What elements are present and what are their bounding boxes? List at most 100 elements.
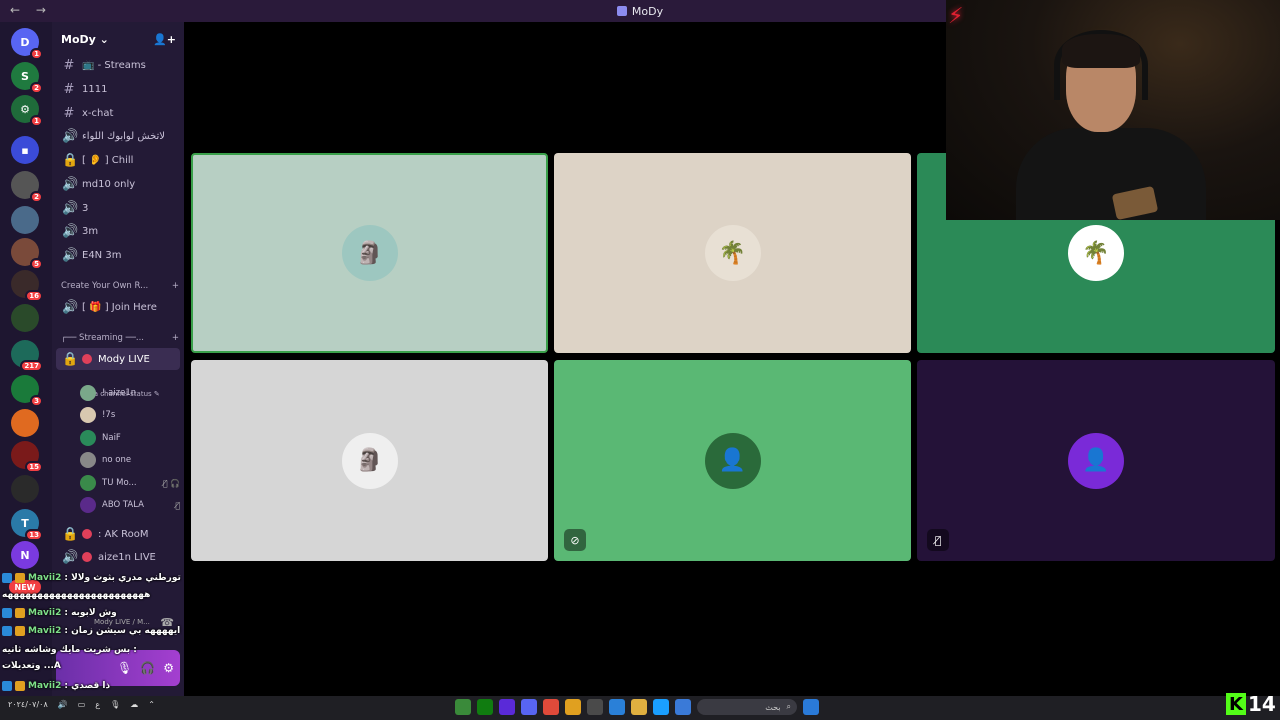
channel-mody-live[interactable]: 🔒 Mody LIVE [56, 348, 180, 370]
channel-name: E4N 3m [82, 249, 122, 261]
streamer-body [1016, 128, 1206, 220]
server-icon[interactable] [11, 206, 39, 234]
kick-logo-icon: K [1226, 693, 1246, 715]
category-streaming[interactable]: ┌── Streaming ──... + [61, 333, 179, 343]
taskbar-app-icon[interactable] [675, 699, 691, 715]
voice-user[interactable]: ABO TALA 🎙̸ [80, 495, 180, 515]
server-icon[interactable] [11, 304, 39, 332]
channel-name: [ 👂 ] Chill [82, 154, 134, 166]
taskbar-search[interactable]: بحث ⌕ [697, 699, 797, 715]
server-icon[interactable]: D1 [11, 28, 43, 60]
server-icon[interactable]: 2 [11, 171, 43, 203]
participant-avatar: 🗿 [341, 432, 398, 489]
server-rail: D 1 S 2 ⚙ 1 ▪ 2 5 16 217 3 15 T 13 N NEW [0, 22, 52, 696]
tile-status-icon: 🎙̸ [927, 529, 949, 551]
participant-tile[interactable]: 🗿 [191, 153, 548, 353]
disconnect-icon[interactable]: ☎ [160, 616, 174, 629]
participant-tile[interactable]: 👤 🎙̸ [917, 360, 1275, 561]
language-indicator[interactable]: ع [95, 700, 100, 709]
taskbar-app-icon[interactable] [653, 699, 669, 715]
server-icon[interactable]: 15 [11, 441, 43, 473]
server-icon[interactable]: 3 [11, 375, 43, 407]
channel-item[interactable]: 🔊 3m [56, 220, 180, 242]
taskbar-app-icon[interactable] [609, 699, 625, 715]
guild-header[interactable]: MoDy ⌄ 👤+ [52, 22, 184, 56]
avatar-glyph: 👤 [718, 448, 747, 473]
plus-icon[interactable]: + [172, 281, 179, 291]
channel-item[interactable]: 🔒[ 👂 ] Chill [56, 149, 180, 171]
participant-tile[interactable]: 👤 ⊘ [554, 360, 911, 561]
channel-item[interactable]: #1111 [56, 78, 180, 100]
participant-tile[interactable]: 🌴 [554, 153, 911, 353]
channel-item[interactable]: 🔊 3 [56, 197, 180, 219]
taskbar-app-icon[interactable] [543, 699, 559, 715]
mic-icon[interactable]: 🎙 [110, 700, 120, 709]
nav-arrows[interactable]: ← → [10, 3, 52, 17]
server-icon[interactable]: 16 [11, 270, 43, 302]
server-icon[interactable] [11, 409, 39, 437]
plus-icon[interactable]: + [172, 333, 179, 343]
avatar [80, 430, 96, 446]
avatar [80, 407, 96, 423]
chevron-up-icon[interactable]: ⌃ [148, 700, 155, 709]
window-title-group: MoDy [616, 5, 663, 18]
voice-user[interactable]: ! aize1n [80, 383, 180, 403]
server-initial: ▪ [21, 143, 29, 157]
taskbar-apps: بحث ⌕ [455, 699, 819, 715]
voice-user[interactable]: !7s [80, 405, 180, 425]
voice-user[interactable]: NaiF [80, 428, 180, 448]
channel-item[interactable]: 🔊 لاتخش لوابوك اللواء [56, 125, 180, 147]
user-panel: 🎙 🎧 ⚙ [56, 650, 180, 686]
taskbar-app-icon[interactable] [587, 699, 603, 715]
voice-user-name: ! aize1n [102, 388, 137, 398]
gear-icon[interactable]: ⚙ [163, 661, 174, 675]
server-icon[interactable]: ⚙ 1 [11, 95, 43, 127]
taskbar-app-icon[interactable] [521, 699, 537, 715]
channel-name: aize1n LIVE [98, 551, 156, 563]
taskbar-app-icon[interactable] [631, 699, 647, 715]
windows-start-icon[interactable] [803, 699, 819, 715]
channel-item[interactable]: 🔊 md10 only [56, 173, 180, 195]
viewer-count: 14 [1248, 692, 1276, 716]
server-icon[interactable]: S2 [11, 62, 43, 94]
server-initial: T [21, 516, 29, 530]
category-create-your-own[interactable]: Create Your Own R... + [61, 281, 179, 291]
channel-sidebar: MoDy ⌄ 👤+ # 📺 - Streams #1111 # x-chat 🔊 لاتخش… [52, 22, 184, 696]
volume-icon[interactable]: 🔊 [58, 700, 68, 709]
taskbar-app-icon[interactable] [455, 699, 471, 715]
server-icon[interactable]: 5 [11, 238, 43, 270]
channel-item[interactable]: # 📺 - Streams [56, 54, 180, 76]
channel-item[interactable]: # x-chat [56, 102, 180, 124]
server-icon[interactable]: ▪ [11, 136, 39, 164]
voice-connected-panel: Mody LIVE / M... ☎ [56, 612, 180, 642]
channel-item[interactable]: 🔊 E4N 3m [56, 244, 180, 266]
channel-join-here[interactable]: 🔊 [ 🎁 ] Join Here [56, 296, 180, 318]
search-placeholder: بحث [765, 702, 781, 712]
unread-badge: 5 [30, 258, 43, 270]
server-icon[interactable] [11, 475, 39, 503]
headphones-icon[interactable]: 🎧 [140, 661, 155, 675]
server-icon[interactable]: T 13 [11, 509, 43, 541]
channel-name: md10 only [82, 178, 136, 190]
cloud-icon[interactable]: ☁ [130, 700, 138, 709]
server-initial: D [20, 35, 30, 49]
channel-type-icon: 🔒 [62, 152, 79, 168]
avatar [80, 385, 96, 401]
server-icon[interactable]: N [11, 541, 39, 569]
taskbar-app-icon[interactable] [499, 699, 515, 715]
channel-item[interactable]: 🔊 aize1n LIVE [56, 546, 180, 568]
mic-muted-icon[interactable]: 🎙 [117, 661, 132, 675]
taskbar-app-icon[interactable] [477, 699, 493, 715]
live-dot-icon [82, 552, 92, 562]
server-icon[interactable]: 217 [11, 340, 43, 372]
unread-badge: 15 [25, 461, 43, 473]
unread-badge: 2 [30, 191, 43, 203]
add-member-icon[interactable]: 👤+ [153, 33, 176, 46]
mute-status-icon: 🎙̸ [175, 500, 180, 510]
channel-item[interactable]: 🔒: AK RooM [56, 523, 180, 545]
taskbar-app-icon[interactable] [565, 699, 581, 715]
network-icon[interactable]: ▭ [78, 700, 86, 709]
voice-user[interactable]: TU Mo... 🎙̸ 🎧 [80, 473, 180, 493]
participant-tile[interactable]: 🗿 [191, 360, 548, 561]
voice-user[interactable]: no one [80, 450, 180, 470]
